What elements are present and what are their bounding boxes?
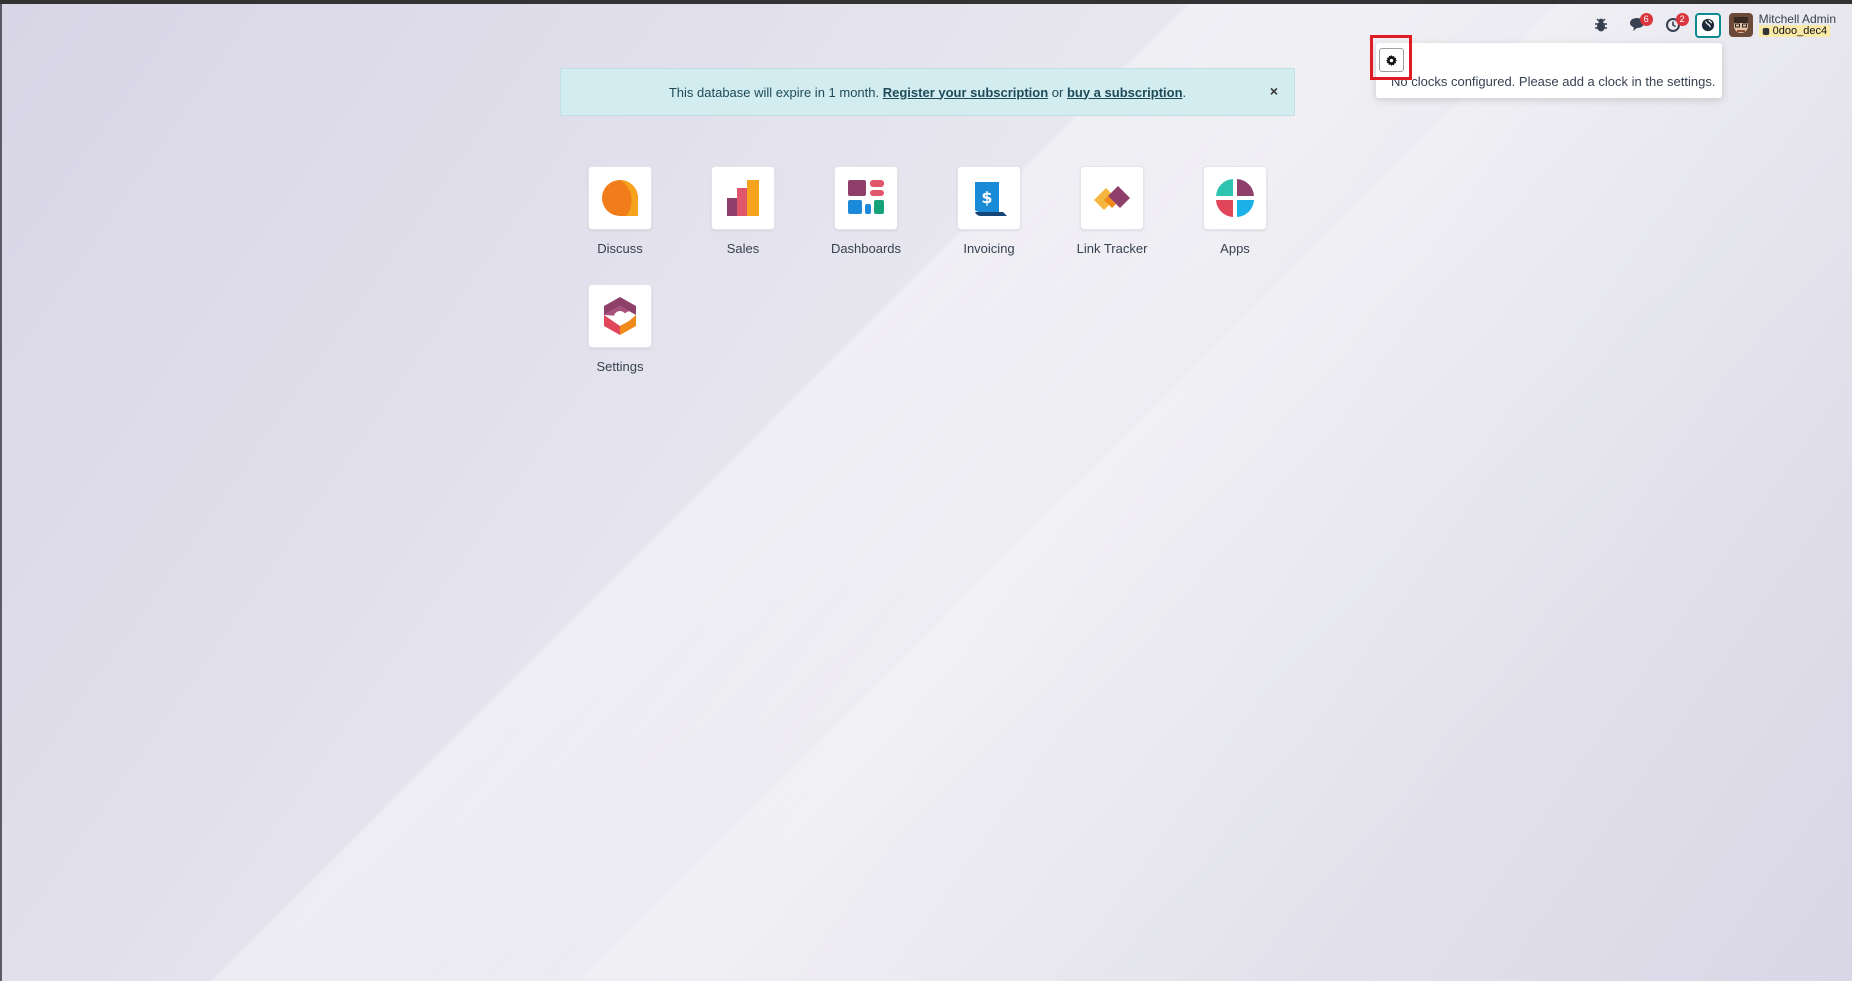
activity-badge: 2 <box>1675 13 1689 26</box>
app-label: Settings <box>596 359 644 374</box>
app-invoicing[interactable]: $ Invoicing <box>935 166 1043 256</box>
apps-icon <box>1216 179 1254 217</box>
app-settings[interactable]: Settings <box>566 284 674 374</box>
app-dashboards[interactable]: Dashboards <box>812 166 920 256</box>
app-label: Apps <box>1220 241 1250 256</box>
banner-text-middle: or <box>1048 84 1067 100</box>
discuss-icon <box>602 180 638 216</box>
invoicing-icon: $ <box>975 182 1007 217</box>
world-clock-button[interactable] <box>1694 12 1721 38</box>
app-tile[interactable] <box>834 166 898 230</box>
register-subscription-link[interactable]: Register your subscription <box>883 85 1048 100</box>
database-icon <box>1762 27 1769 35</box>
settings-icon <box>604 297 636 335</box>
world-clock-dropdown <box>1376 43 1722 98</box>
app-tile[interactable] <box>1203 166 1267 230</box>
highlight-box <box>1370 35 1412 80</box>
database-badge: 0doo_dec4 <box>1758 25 1831 37</box>
subscription-banner: This database will expire in 1 month. Re… <box>560 68 1295 116</box>
app-tile[interactable]: $ <box>957 166 1021 230</box>
avatar[interactable] <box>1728 13 1753 37</box>
app-sales[interactable]: Sales <box>689 166 797 256</box>
banner-close-button[interactable]: × <box>1270 83 1278 99</box>
no-clocks-message: No clocks configured. Please add a clock… <box>1391 74 1716 89</box>
svg-text:$: $ <box>981 188 992 207</box>
left-edge <box>0 4 2 981</box>
sales-icon <box>727 180 759 216</box>
user-menu[interactable]: Mitchell Admin 0doo_dec4 <box>1758 12 1836 37</box>
user-avatar-icon <box>1728 13 1753 37</box>
background <box>0 0 1852 981</box>
debug-menu[interactable] <box>1583 10 1619 40</box>
app-tile[interactable] <box>1080 166 1144 230</box>
banner-text-end: . <box>1182 84 1187 100</box>
app-label: Discuss <box>597 241 643 256</box>
banner-text: This database will expire in 1 month. Re… <box>669 85 1186 100</box>
activity-menu[interactable]: 2 <box>1655 10 1691 40</box>
app-label: Dashboards <box>830 241 902 256</box>
app-discuss[interactable]: Discuss <box>566 166 674 256</box>
app-tile[interactable] <box>588 166 652 230</box>
user-name: Mitchell Admin <box>1758 12 1836 26</box>
banner-text-start: This database will expire in 1 month. <box>668 84 883 100</box>
app-label: Link Tracker <box>1076 241 1148 256</box>
app-link-tracker[interactable]: Link Tracker <box>1058 166 1166 256</box>
app-label: Sales <box>726 241 760 256</box>
app-tile[interactable] <box>588 284 652 348</box>
app-apps[interactable]: Apps <box>1181 166 1289 256</box>
app-label: Invoicing <box>963 241 1015 256</box>
link-tracker-icon <box>1094 186 1130 210</box>
bug-icon <box>1594 18 1607 32</box>
systray: 6 2 Mitchell Admin 0doo_dec4 <box>1583 10 1836 40</box>
dashboards-icon <box>848 180 884 214</box>
messaging-menu[interactable]: 6 <box>1619 10 1655 40</box>
globe-icon <box>1701 18 1714 32</box>
buy-subscription-link[interactable]: buy a subscription <box>1067 85 1183 100</box>
top-strip <box>0 0 1852 4</box>
chat-badge: 6 <box>1639 13 1653 26</box>
database-name: 0doo_dec4 <box>1772 25 1828 37</box>
app-tile[interactable] <box>711 166 775 230</box>
